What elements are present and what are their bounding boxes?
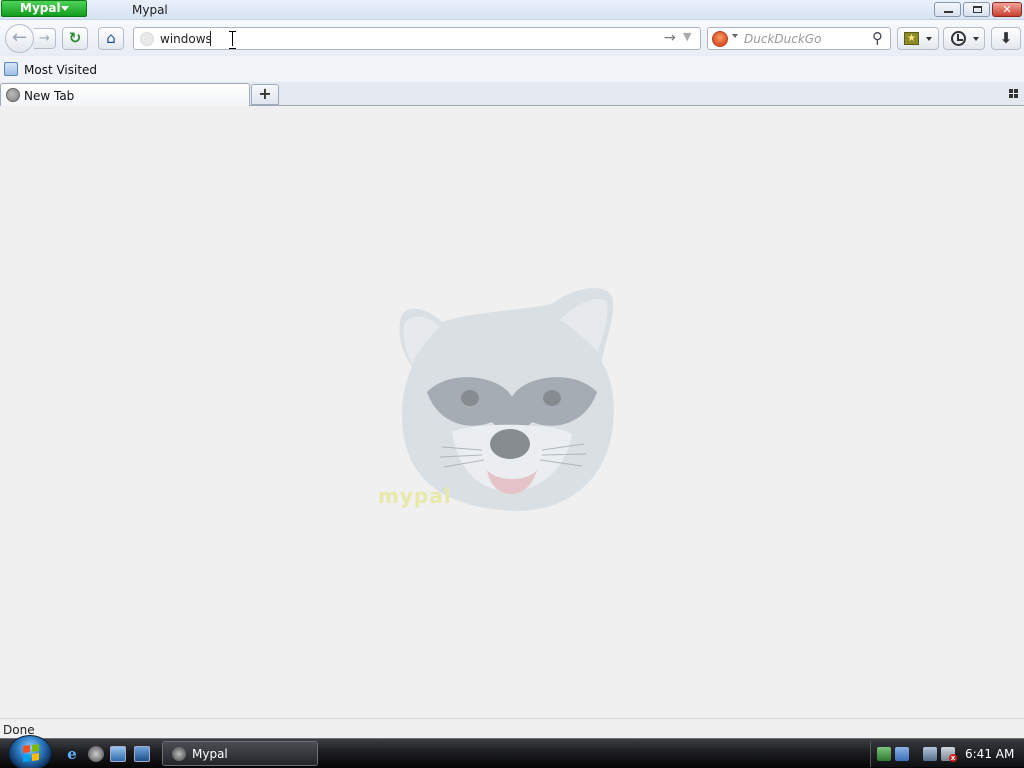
start-button[interactable] — [8, 735, 52, 768]
reload-button[interactable]: ↻ — [62, 27, 88, 50]
duckduckgo-icon[interactable] — [712, 31, 728, 47]
forward-button[interactable]: → — [34, 28, 56, 49]
mypal-quicklaunch-icon[interactable] — [88, 746, 104, 762]
restore-icon — [973, 6, 982, 13]
tab-strip: New Tab + — [0, 82, 1024, 106]
taskbar-clock[interactable]: 6:41 AM — [965, 747, 1014, 761]
tab-label: New Tab — [24, 89, 75, 103]
muted-badge-icon: x — [949, 754, 957, 762]
close-icon: ✕ — [1002, 3, 1012, 16]
plus-icon: + — [258, 84, 272, 103]
maximize-button[interactable] — [963, 2, 990, 17]
text-caret — [210, 31, 211, 46]
home-button[interactable]: ⌂ — [98, 27, 124, 50]
bookmarks-button[interactable]: ★ — [897, 27, 939, 50]
minimize-icon — [944, 11, 953, 13]
page-favicon-icon — [140, 32, 154, 46]
back-arrow-icon: ← — [11, 27, 28, 48]
go-arrow-icon[interactable]: → — [664, 30, 676, 46]
magnifier-icon[interactable]: ⚲ — [872, 29, 883, 47]
switch-windows-icon[interactable] — [134, 746, 150, 762]
mypal-app-icon — [172, 747, 186, 761]
text-cursor-ibeam — [229, 31, 237, 49]
page-content: mypal — [0, 106, 1024, 718]
globe-icon — [6, 88, 20, 102]
windows-logo-icon — [23, 744, 39, 762]
tray-app-icon[interactable] — [877, 747, 891, 761]
url-bar[interactable]: windows → ▼ — [133, 27, 701, 50]
window-title: Mypal — [132, 3, 168, 17]
history-button[interactable] — [943, 27, 985, 50]
chevron-down-icon — [926, 37, 932, 41]
url-history-dropdown-icon[interactable]: ▼ — [683, 30, 691, 43]
bookmark-star-icon: ★ — [904, 32, 919, 45]
taskbar-item-mypal[interactable]: Mypal — [162, 741, 318, 766]
taskbar-item-label: Mypal — [192, 747, 228, 761]
bookmark-most-visited[interactable]: Most Visited — [24, 63, 97, 77]
chevron-down-icon — [973, 37, 979, 41]
app-menu-label: Mypal — [20, 1, 61, 15]
navigation-toolbar: ← → ↻ ⌂ windows → ▼ DuckDuckGo ⚲ ★ ⬇ — [0, 20, 1024, 56]
tab-new-tab[interactable]: New Tab — [0, 83, 250, 106]
windows-taskbar: e Mypal x 6:41 AM — [0, 735, 1024, 768]
tab-groups-grid-icon[interactable] — [1009, 89, 1018, 98]
search-input[interactable]: DuckDuckGo — [744, 32, 821, 46]
most-visited-icon — [4, 62, 18, 76]
app-menu-button[interactable]: Mypal — [1, 0, 87, 17]
back-button[interactable]: ← — [5, 24, 34, 53]
close-button[interactable]: ✕ — [992, 2, 1022, 17]
search-engine-dropdown-icon[interactable] — [732, 34, 738, 38]
tray-app-icon-2[interactable] — [895, 747, 909, 761]
forward-arrow-icon: → — [39, 31, 50, 46]
history-clock-icon — [951, 31, 966, 46]
chevron-down-icon — [61, 6, 69, 11]
new-tab-button[interactable]: + — [251, 84, 279, 105]
mypal-logo-text: mypal — [378, 484, 452, 508]
downloads-button[interactable]: ⬇ — [991, 27, 1021, 50]
home-icon: ⌂ — [106, 29, 116, 47]
mypal-raccoon-logo — [399, 288, 614, 512]
url-input[interactable]: windows — [160, 32, 212, 46]
title-bar: Mypal Mypal ✕ — [0, 0, 1024, 20]
network-icon[interactable] — [923, 747, 937, 761]
minimize-button[interactable] — [934, 2, 961, 17]
download-arrow-icon: ⬇ — [999, 29, 1013, 47]
search-bar[interactable]: DuckDuckGo ⚲ — [707, 27, 891, 50]
reload-icon: ↻ — [68, 29, 82, 47]
system-tray: x 6:41 AM — [870, 741, 1024, 767]
bookmarks-toolbar: Most Visited — [0, 56, 1024, 82]
internet-explorer-icon[interactable]: e — [64, 746, 80, 762]
status-bar: Done — [0, 718, 1024, 738]
show-desktop-icon[interactable] — [110, 746, 126, 762]
